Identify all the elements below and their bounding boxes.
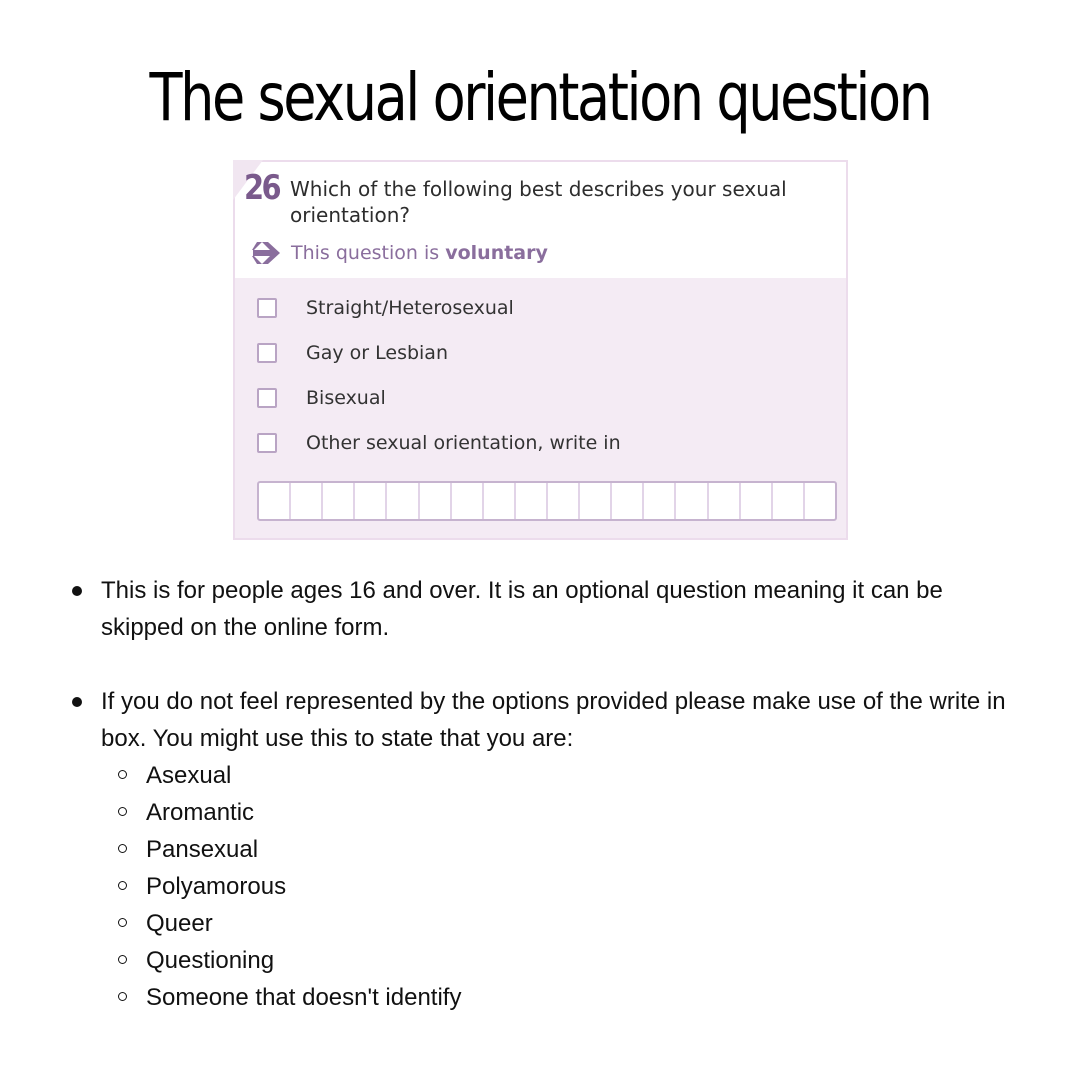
example-label: Pansexual (146, 836, 259, 863)
write-in-field[interactable] (257, 481, 837, 521)
circle-bullet-icon (118, 807, 127, 816)
write-in-cell (548, 483, 581, 519)
example-label: Questioning (146, 947, 275, 974)
write-in-cell (484, 483, 516, 519)
write-in-cell (612, 483, 645, 519)
circle-bullet-icon (118, 844, 127, 853)
write-in-cell (452, 483, 484, 519)
example-item: Queer (101, 905, 1032, 942)
example-item: Questioning (101, 942, 1032, 979)
question-card: 26 Which of the following best describes… (233, 160, 848, 540)
checkbox-gay-lesbian[interactable] (257, 343, 277, 363)
write-in-cell (355, 483, 388, 519)
option-gay-lesbian[interactable]: Gay or Lesbian (257, 338, 448, 368)
circle-bullet-icon (118, 918, 127, 927)
option-bisexual[interactable]: Bisexual (257, 383, 386, 413)
write-in-cell (516, 483, 548, 519)
bullet-icon (72, 697, 82, 707)
checkbox-other[interactable] (257, 433, 277, 453)
example-item: Polyamorous (101, 868, 1032, 905)
voluntary-label: voluntary (445, 242, 548, 264)
voluntary-notice: This question is voluntary (251, 239, 548, 267)
question-header: 26 Which of the following best describes… (235, 162, 846, 278)
write-in-cell (259, 483, 292, 519)
bullet-icon (72, 586, 82, 596)
write-in-cell (741, 483, 773, 519)
option-other[interactable]: Other sexual orientation, write in (257, 428, 621, 458)
write-in-cell (644, 483, 677, 519)
circle-bullet-icon (118, 881, 127, 890)
option-label: Other sexual orientation, write in (306, 432, 621, 454)
example-label: Queer (146, 910, 213, 937)
question-text: Which of the following best describes yo… (290, 177, 787, 227)
example-item: Someone that doesn't identify (101, 979, 1032, 1016)
examples-list: Asexual Aromantic Pansexual Polyamorous … (101, 757, 1032, 1016)
option-label: Gay or Lesbian (306, 342, 448, 364)
write-in-cell (387, 483, 420, 519)
list-item: If you do not feel represented by the op… (72, 683, 1032, 1016)
checkbox-bisexual[interactable] (257, 388, 277, 408)
example-label: Asexual (146, 762, 232, 789)
option-label: Bisexual (306, 387, 386, 409)
example-label: Aromantic (146, 799, 255, 826)
write-in-cell (773, 483, 805, 519)
right-arrow-icon (252, 242, 280, 264)
write-in-cell (709, 483, 741, 519)
example-label: Polyamorous (146, 873, 287, 900)
option-straight[interactable]: Straight/Heterosexual (257, 293, 514, 323)
write-in-cell (676, 483, 709, 519)
circle-bullet-icon (118, 770, 127, 779)
note-age-optional: This is for people ages 16 and over. It … (101, 577, 943, 641)
circle-bullet-icon (118, 955, 127, 964)
note-write-in: If you do not feel represented by the op… (101, 688, 1006, 752)
write-in-cell (291, 483, 324, 519)
list-item: This is for people ages 16 and over. It … (72, 572, 1032, 646)
write-in-cell (323, 483, 356, 519)
notes-list: This is for people ages 16 and over. It … (72, 572, 1032, 1016)
write-in-cell (805, 483, 835, 519)
write-in-cell (420, 483, 452, 519)
write-in-cell (580, 483, 613, 519)
example-label: Someone that doesn't identify (146, 984, 462, 1011)
voluntary-prefix: This question is (291, 242, 446, 264)
page-title: The sexual orientation question (149, 59, 933, 136)
example-item: Pansexual (101, 831, 1032, 868)
checkbox-straight[interactable] (257, 298, 277, 318)
circle-bullet-icon (118, 992, 127, 1001)
example-item: Aromantic (101, 794, 1032, 831)
example-item: Asexual (101, 757, 1032, 794)
question-number: 26 (244, 168, 282, 208)
option-label: Straight/Heterosexual (306, 297, 514, 319)
